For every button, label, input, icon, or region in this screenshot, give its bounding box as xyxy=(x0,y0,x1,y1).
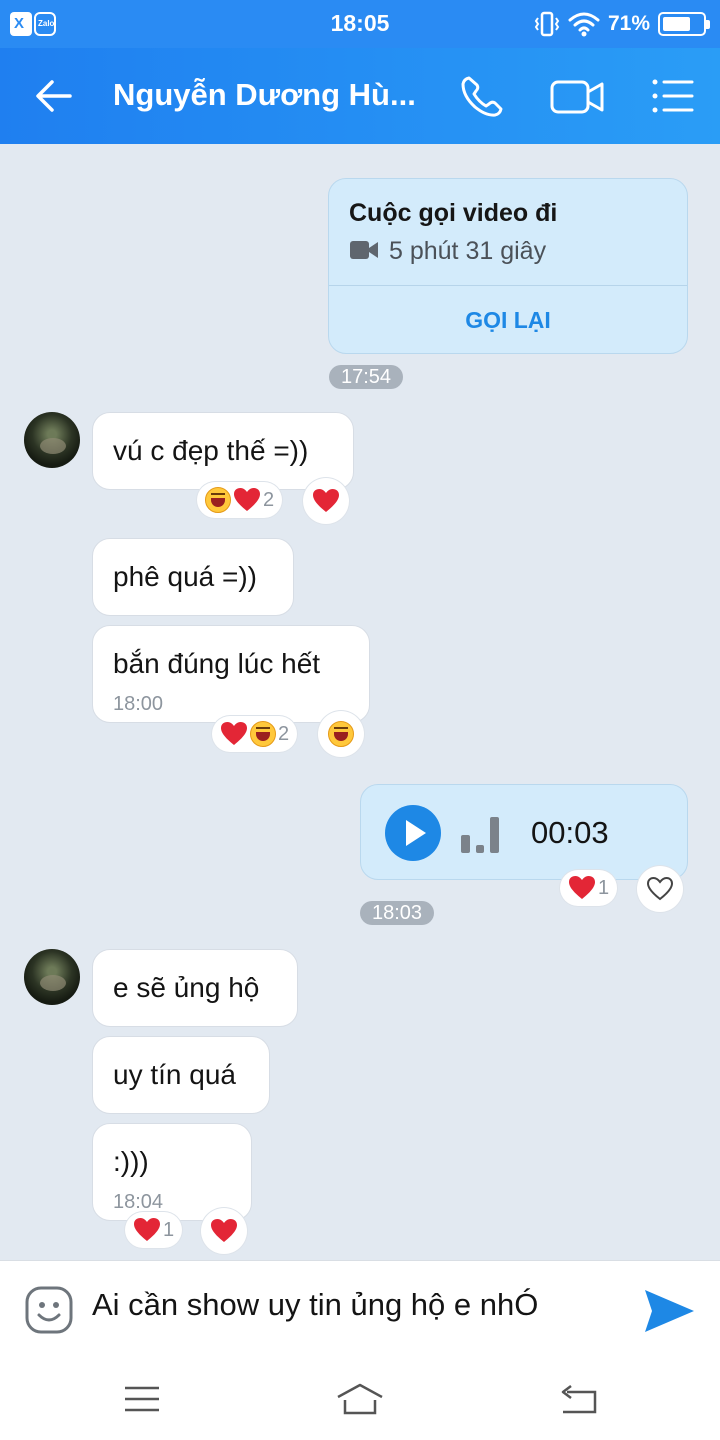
call-again-button[interactable]: GỌI LẠI xyxy=(329,307,687,334)
heart-icon xyxy=(313,489,339,512)
message-time: 18:00 xyxy=(113,693,164,715)
heart-icon xyxy=(211,1219,237,1242)
system-nav-bar xyxy=(0,1356,720,1440)
laugh-emoji-icon xyxy=(328,721,354,747)
chat-header: Nguyễn Dương Hù... xyxy=(0,48,720,144)
reaction-summary[interactable]: 1 xyxy=(560,870,618,906)
message-bubble[interactable]: uy tín quá xyxy=(92,1036,270,1114)
call-title: Cuộc gọi video đi xyxy=(349,199,558,227)
video-camera-icon xyxy=(350,241,378,259)
status-bar: Zalo 18:05 71% xyxy=(0,0,720,48)
video-call-icon[interactable] xyxy=(548,72,606,120)
divider xyxy=(329,285,687,286)
message-text: uy tín quá xyxy=(113,1059,236,1090)
message-bubble[interactable]: :))) 18:04 xyxy=(92,1123,252,1221)
message-text: bắn đúng lúc hết xyxy=(113,648,321,679)
message-bubble[interactable]: bắn đúng lúc hết 18:00 xyxy=(92,625,370,723)
home-icon[interactable] xyxy=(335,1382,385,1416)
message-bubble[interactable]: phê quá =)) xyxy=(92,538,294,616)
heart-outline-icon xyxy=(646,876,674,901)
recent-apps-icon[interactable] xyxy=(117,1382,167,1416)
options-menu-icon[interactable] xyxy=(648,74,696,118)
chat-area[interactable]: Cuộc gọi video đi 5 phút 31 giây GỌI LẠI… xyxy=(0,144,720,1260)
status-indicators: 71% xyxy=(534,8,710,40)
wifi-icon xyxy=(568,12,600,37)
react-button[interactable] xyxy=(303,478,349,524)
heart-icon xyxy=(221,722,247,745)
message-composer: Ai cần show uy tin ủng hộ e nhÓ xyxy=(0,1260,720,1356)
reaction-count: 2 xyxy=(278,722,290,745)
audio-level-icon xyxy=(461,817,499,853)
message-text: phê quá =)) xyxy=(113,561,257,592)
reaction-count: 2 xyxy=(263,488,275,511)
reaction-summary[interactable]: 2 xyxy=(212,716,298,752)
call-duration: 5 phút 31 giây xyxy=(389,237,547,265)
voice-duration: 00:03 xyxy=(531,815,609,850)
message-text: :))) xyxy=(113,1146,149,1177)
react-button[interactable] xyxy=(318,711,364,757)
video-call-card[interactable]: Cuộc gọi video đi 5 phút 31 giây GỌI LẠI xyxy=(328,178,688,354)
reaction-summary[interactable]: 2 xyxy=(197,482,283,518)
laugh-emoji-icon xyxy=(205,487,231,513)
reaction-count: 1 xyxy=(163,1218,175,1241)
back-icon[interactable] xyxy=(555,1382,605,1416)
phone-call-icon[interactable] xyxy=(455,72,507,120)
vibrate-icon xyxy=(534,11,560,37)
message-text: vú c đẹp thế =)) xyxy=(113,435,309,466)
heart-icon xyxy=(569,876,595,899)
timestamp-chip: 17:54 xyxy=(329,365,404,389)
battery-percent: 71% xyxy=(607,12,650,35)
contact-avatar[interactable] xyxy=(24,949,80,1005)
heart-icon xyxy=(234,488,260,511)
battery-icon xyxy=(658,12,710,36)
message-input[interactable]: Ai cần show uy tin ủng hộ e nhÓ xyxy=(92,1287,538,1323)
react-button[interactable] xyxy=(201,1208,247,1254)
contact-name[interactable]: Nguyễn Dương Hù... xyxy=(113,77,416,113)
laugh-emoji-icon xyxy=(250,721,276,747)
message-time: 18:04 xyxy=(113,1191,164,1213)
play-icon[interactable] xyxy=(385,805,441,861)
back-arrow-icon[interactable] xyxy=(30,74,78,118)
sticker-emoji-icon[interactable] xyxy=(24,1285,74,1335)
reaction-count: 1 xyxy=(598,876,610,899)
voice-message[interactable]: 00:03 xyxy=(360,784,688,880)
message-bubble[interactable]: vú c đẹp thế =)) xyxy=(92,412,354,490)
reaction-summary[interactable]: 1 xyxy=(125,1212,183,1248)
message-text: e sẽ ủng hộ xyxy=(113,972,260,1003)
react-button[interactable] xyxy=(637,866,683,912)
timestamp-chip: 18:03 xyxy=(360,901,435,925)
send-icon[interactable] xyxy=(642,1287,696,1335)
heart-icon xyxy=(134,1218,160,1241)
message-bubble[interactable]: e sẽ ủng hộ xyxy=(92,949,298,1027)
contact-avatar[interactable] xyxy=(24,412,80,468)
